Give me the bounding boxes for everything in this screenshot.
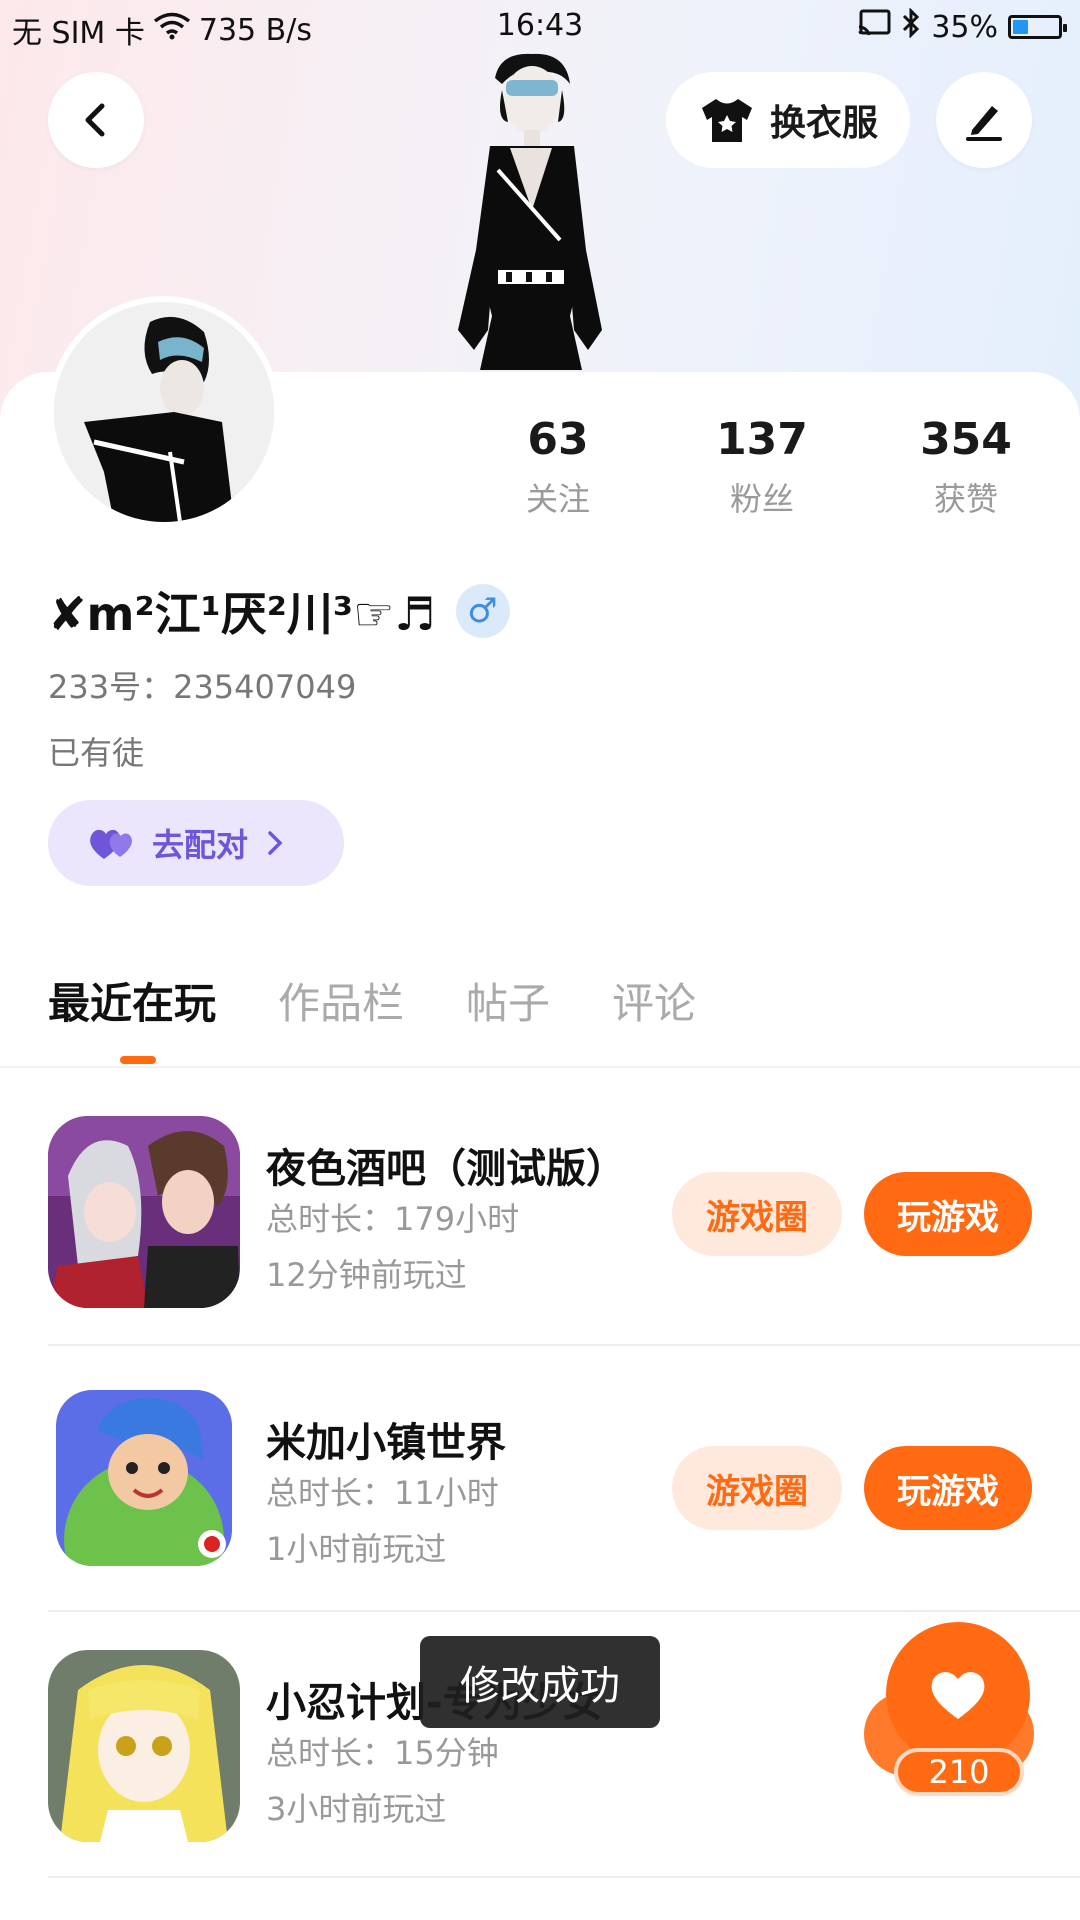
tab-posts[interactable]: 帖子 [466,970,550,1031]
tab-comments[interactable]: 评论 [612,970,696,1031]
likes-received-count: 354 [920,414,1012,465]
following-label: 关注 [525,480,590,518]
game-title: 米加小镇世界 [266,1420,506,1466]
status-right: 35% [857,7,1067,46]
list-item[interactable]: 夜色酒吧（测试版） 总时长：179小时 12分钟前玩过 游戏圈 玩游戏 [48,1116,1080,1382]
change-outfit-button[interactable]: 换衣服 [666,72,910,168]
tshirt-icon [701,99,752,142]
heart-icon [931,1672,985,1719]
play-game-button[interactable]: 玩游戏 [864,1446,1032,1530]
user-id: 233号：235407049 [48,668,357,706]
row-divider [48,1610,1080,1612]
bluetooth-icon [901,7,921,46]
game-total-duration: 总时长：11小时 [266,1474,499,1512]
floating-like-button[interactable]: 210 [864,1622,1034,1802]
game-circle-button[interactable]: 游戏圈 [672,1172,842,1256]
game-icon-image [56,1390,232,1566]
fans-count: 137 [716,414,808,465]
game-last-played: 12分钟前玩过 [266,1256,467,1294]
stat-fans[interactable]: 137 粉丝 [682,412,842,520]
bio: 已有徒 [48,734,145,772]
status-bar: 无 SIM 卡 735 B/s 16:43 35% [0,0,1080,56]
chevron-left-icon [85,103,105,137]
row-divider [48,1344,1080,1346]
back-button[interactable] [48,72,144,168]
game-last-played: 1小时前玩过 [266,1530,447,1568]
go-pair-label: 去配对 [152,826,249,864]
avatar[interactable] [48,296,280,528]
battery-level-fill [1013,20,1029,34]
like-button-circle [886,1622,1030,1766]
cast-icon [857,9,891,45]
game-title: 夜色酒吧（测试版） [266,1146,626,1192]
like-count: 210 [894,1748,1024,1796]
stat-following[interactable]: 63 关注 [478,412,638,520]
game-icon-image [48,1650,240,1842]
profile-tabs: 最近在玩 作品栏 帖子 评论 [48,970,696,1031]
game-total-duration: 总时长：179小时 [266,1200,520,1238]
edit-profile-button[interactable] [936,72,1032,168]
following-count: 63 [527,414,589,465]
game-total-duration: 总时长：15分钟 [266,1734,499,1772]
toast-message: 修改成功 [420,1636,660,1728]
game-icon-image [48,1116,240,1308]
fans-label: 粉丝 [729,480,794,518]
stat-likes[interactable]: 354 获赞 [886,412,1046,520]
battery-percent-text: 35% [931,9,998,45]
chevron-right-icon [268,831,283,855]
tab-works[interactable]: 作品栏 [278,970,404,1031]
avatar-image [54,302,274,522]
battery-icon [1008,15,1067,39]
nickname: ✘m²江¹厌²川³☞♬ [48,587,436,641]
change-outfit-label: 换衣服 [769,103,878,144]
game-circle-button[interactable]: 游戏圈 [672,1446,842,1530]
game-last-played: 3小时前玩过 [266,1790,447,1828]
gender-male-icon: ♂ [455,584,510,638]
pencil-icon [966,106,1002,141]
active-tab-indicator [120,1056,156,1064]
tab-recently-played[interactable]: 最近在玩 [48,970,216,1031]
row-divider [48,1876,1080,1878]
likes-received-label: 获赞 [933,480,998,518]
go-pair-button[interactable]: 去配对 [48,800,344,886]
list-item[interactable]: 米加小镇世界 总时长：11小时 1小时前玩过 游戏圈 玩游戏 [48,1390,1080,1656]
avatar-character-image [458,53,602,370]
double-heart-icon [90,829,132,859]
play-game-button[interactable]: 玩游戏 [864,1172,1032,1256]
tabs-divider [0,1066,1080,1068]
nickname-row: ✘m²江¹厌²川³☞♬ ♂ [48,578,510,644]
